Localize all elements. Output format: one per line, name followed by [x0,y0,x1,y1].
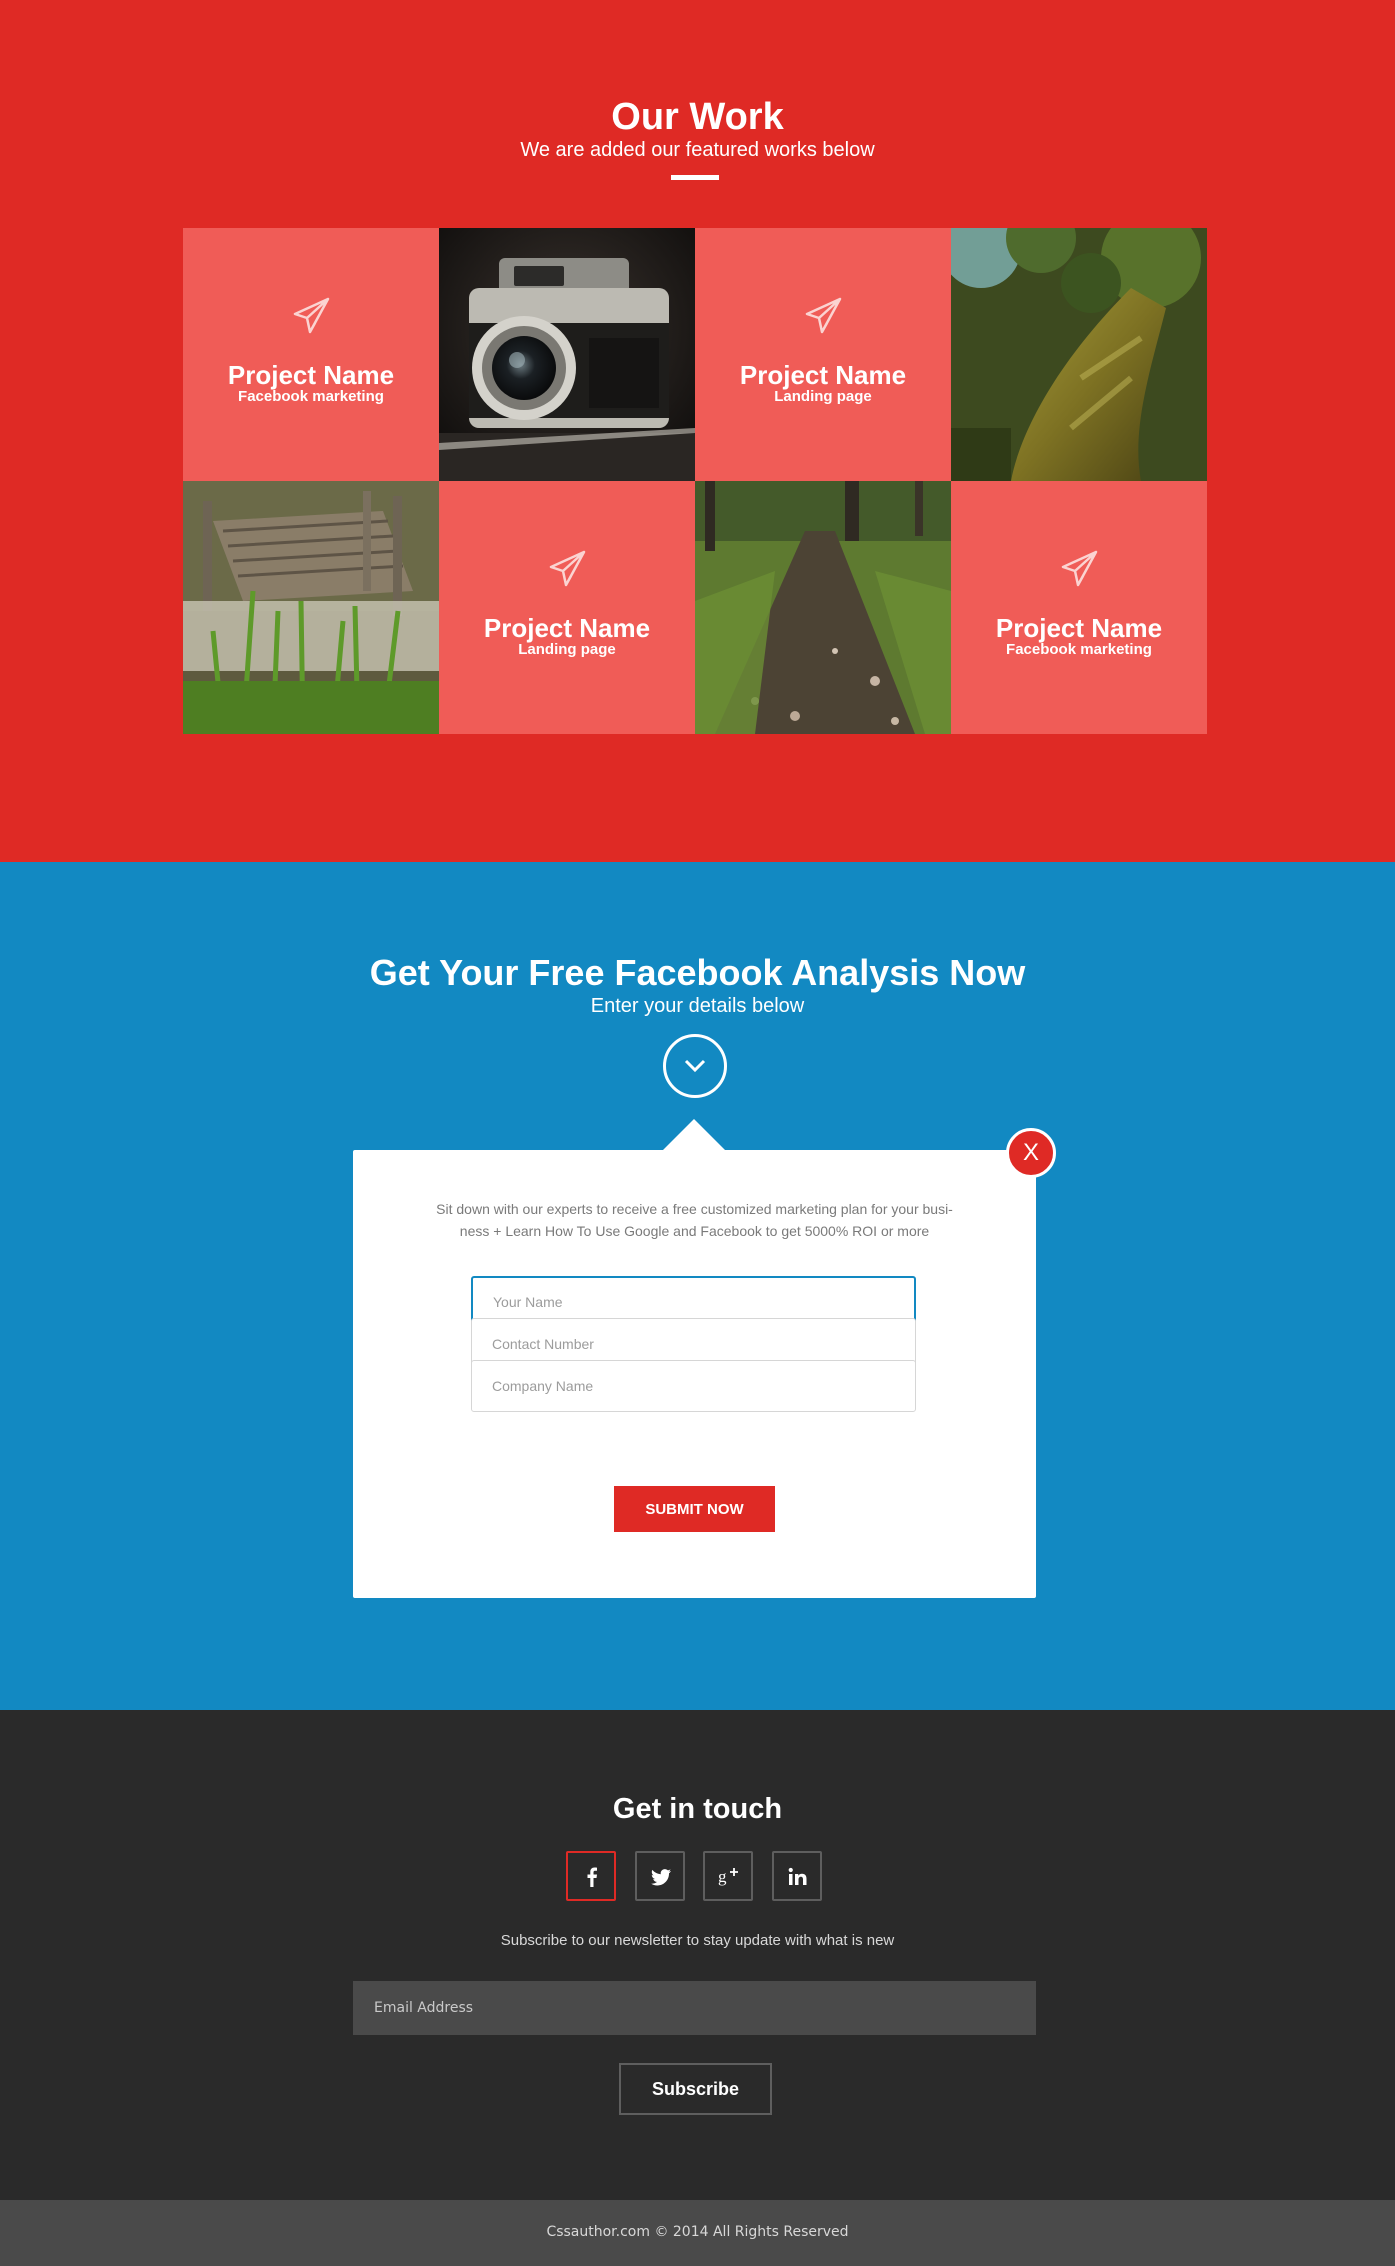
project-type: Facebook marketing [238,388,384,405]
linkedin-button[interactable] [772,1851,822,1901]
portfolio-card[interactable]: Project Name Landing page [439,481,695,734]
title-underline [671,175,719,180]
newsletter-text: Subscribe to our newsletter to stay upda… [500,1932,895,1949]
wooden-pier-photo [183,481,439,734]
our-work-section: Our Work We are added our featured works… [0,0,1395,862]
paper-plane-icon [549,550,586,587]
email-address-input[interactable] [353,1981,1036,2035]
project-name: Project Name [739,360,907,390]
company-name-input[interactable] [471,1360,916,1412]
portfolio-photo-path[interactable] [695,481,951,734]
form-description: Sit down with our experts to receive a f… [413,1198,976,1242]
project-type: Landing page [774,388,872,405]
description-line: ness + Learn How To Use Google and Faceb… [459,1223,930,1239]
description-line: Sit down with our experts to receive a f… [436,1201,953,1217]
copyright-text: Cssauthor.com © 2014 All Rights Reserved [546,2224,849,2240]
google-plus-button[interactable]: g [703,1851,753,1901]
portfolio-grid: Project Name Facebook marketing Project … [183,228,1207,734]
project-name: Project Name [995,613,1163,643]
linkedin-icon [788,1867,807,1885]
our-work-subtitle: We are added our featured works below [520,139,875,161]
paper-plane-icon [1061,550,1098,587]
paper-plane-icon [805,297,842,334]
project-type: Facebook marketing [1006,641,1152,658]
paper-plane-icon [293,297,330,334]
google-plus-icon: g [718,1867,738,1886]
our-work-title: Our Work [611,96,784,138]
submit-now-button[interactable]: SUBMIT NOW [614,1486,775,1532]
contact-title: Get in touch [612,1793,783,1825]
footer: Cssauthor.com © 2014 All Rights Reserved [0,2200,1395,2266]
forest-path-photo [695,481,951,734]
portfolio-photo-camera[interactable] [439,228,695,481]
portfolio-card[interactable]: Project Name Landing page [695,228,951,481]
portfolio-photo-pier[interactable] [183,481,439,734]
subscribe-button[interactable]: Subscribe [619,2063,772,2115]
camera-photo [439,228,695,481]
analysis-subtitle: Enter your details below [590,995,805,1017]
project-name: Project Name [483,613,651,643]
facebook-icon [587,1867,597,1887]
twitter-icon [651,1869,671,1886]
contact-section: Get in touch g Subscribe to our newslett… [0,1710,1395,2200]
panel-pointer [662,1119,726,1151]
analysis-form-panel: Sit down with our experts to receive a f… [353,1150,1036,1598]
twitter-button[interactable] [635,1851,685,1901]
analysis-section: Get Your Free Facebook Analysis Now Ente… [0,862,1395,1710]
analysis-title: Get Your Free Facebook Analysis Now [369,952,1026,993]
mossy-tree-photo [951,228,1207,481]
close-button[interactable]: X [1006,1128,1056,1178]
facebook-button[interactable] [566,1851,616,1901]
svg-text:g: g [718,1867,727,1886]
portfolio-card[interactable]: Project Name Facebook marketing [183,228,439,481]
portfolio-card[interactable]: Project Name Facebook marketing [951,481,1207,734]
project-type: Landing page [518,641,616,658]
project-name: Project Name [227,360,395,390]
chevron-down-icon[interactable] [663,1034,727,1098]
portfolio-photo-tree[interactable] [951,228,1207,481]
